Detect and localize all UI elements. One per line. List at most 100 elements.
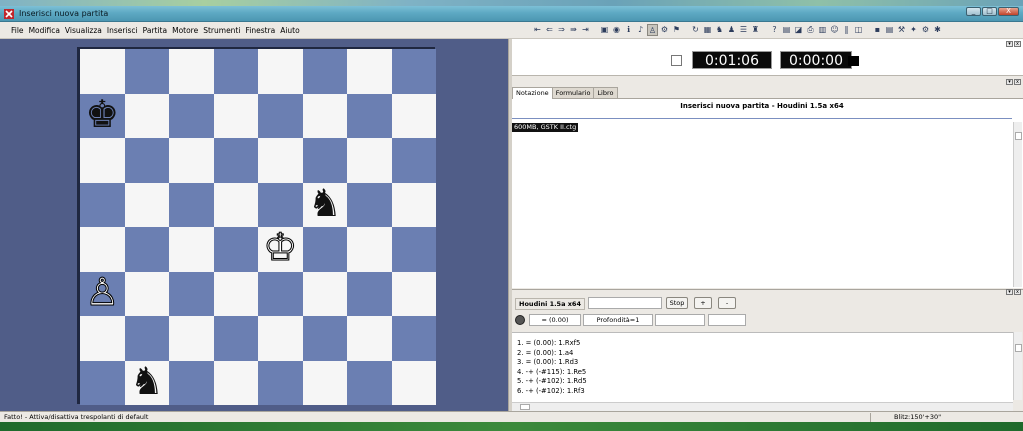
square-g2[interactable] xyxy=(347,316,392,361)
menu-partita[interactable]: Partita xyxy=(143,26,167,35)
tab-notazione[interactable]: Notazione xyxy=(512,87,553,99)
square-f7[interactable] xyxy=(302,93,347,138)
square-g4[interactable] xyxy=(347,227,392,272)
black-knight-f5-icon[interactable]: ♞ xyxy=(308,184,342,222)
stop-button[interactable]: Stop xyxy=(666,297,688,309)
square-c1[interactable] xyxy=(169,360,214,405)
square-f1[interactable] xyxy=(302,360,347,405)
square-e6[interactable] xyxy=(258,138,303,183)
move-first-icon[interactable]: ⇤ xyxy=(532,24,543,36)
chessboard[interactable]: ♚ ♞ ♔ ♙ ♞ xyxy=(80,49,436,405)
square-a6[interactable] xyxy=(80,138,125,183)
person-alt-icon[interactable]: ♟ xyxy=(726,24,737,36)
pieces-icon[interactable]: ♞ xyxy=(714,24,725,36)
square-f2[interactable] xyxy=(302,316,347,361)
square-d3[interactable] xyxy=(213,271,258,316)
square-e7[interactable] xyxy=(258,93,303,138)
info-icon[interactable]: ℹ xyxy=(623,24,634,36)
tab-formulario[interactable]: Formulario xyxy=(551,87,595,98)
square-c8[interactable] xyxy=(169,49,214,94)
square-b7[interactable] xyxy=(124,93,169,138)
square-c6[interactable] xyxy=(169,138,214,183)
square-g6[interactable] xyxy=(347,138,392,183)
menu-visualizza[interactable]: Visualizza xyxy=(65,26,102,35)
notation-scrollbar[interactable] xyxy=(1013,122,1022,287)
square-b5[interactable] xyxy=(124,182,169,227)
square-f3[interactable] xyxy=(302,271,347,316)
square-g5[interactable] xyxy=(347,182,392,227)
move-forward-icon[interactable]: ⇒ xyxy=(556,24,567,36)
square-h2[interactable] xyxy=(391,316,436,361)
square-f8[interactable] xyxy=(302,49,347,94)
grid-icon[interactable]: ▥ xyxy=(817,24,828,36)
minimize-button[interactable]: _ xyxy=(966,7,981,16)
panel-close-icon[interactable]: x xyxy=(1014,289,1021,295)
square-b6[interactable] xyxy=(124,138,169,183)
settings-icon[interactable]: ⚙ xyxy=(920,24,931,36)
question-icon[interactable]: ? xyxy=(769,24,780,36)
black-king-icon[interactable]: ♚ xyxy=(85,95,119,133)
star-icon[interactable]: ✱ xyxy=(932,24,943,36)
square-d5[interactable] xyxy=(213,182,258,227)
menu-strumenti[interactable]: Strumenti xyxy=(203,26,240,35)
flag-icon[interactable]: ⚑ xyxy=(671,24,682,36)
square-a5[interactable] xyxy=(80,182,125,227)
bars-icon[interactable]: ‖ xyxy=(841,24,852,36)
square-b2[interactable] xyxy=(124,316,169,361)
square-c4[interactable] xyxy=(169,227,214,272)
person-icon[interactable]: ♙ xyxy=(647,24,658,36)
engine-line[interactable]: 1. = (0.00): 1.Rxf5 xyxy=(517,339,1008,349)
white-king-icon[interactable]: ♔ xyxy=(263,228,298,267)
square-b3[interactable] xyxy=(124,271,169,316)
square-f4[interactable] xyxy=(302,227,347,272)
remove-line-button[interactable]: - xyxy=(718,297,736,309)
notation-pane[interactable]: Inserisci nuova partita - Houdini 1.5a x… xyxy=(512,98,1023,288)
square-h1[interactable] xyxy=(391,360,436,405)
engine-lines-scrollbar[interactable] xyxy=(1013,332,1022,400)
list-icon[interactable]: ☰ xyxy=(738,24,749,36)
window-icon[interactable]: ◫ xyxy=(853,24,864,36)
square-f5[interactable]: ♞ xyxy=(302,182,347,227)
globe-icon[interactable]: ◉ xyxy=(611,24,622,36)
board-icon[interactable]: ▦ xyxy=(702,24,713,36)
engine-line[interactable]: 4. -+ (-#115): 1.Re5 xyxy=(517,368,1008,378)
panel-close-icon[interactable]: x xyxy=(1014,79,1021,85)
title-bar[interactable]: Inserisci nuova partita _ □ X xyxy=(0,6,1023,22)
tools-icon[interactable]: ⚒ xyxy=(896,24,907,36)
square-e1[interactable] xyxy=(258,360,303,405)
scroll-thumb[interactable] xyxy=(520,404,530,410)
engine-horizontal-scrollbar[interactable] xyxy=(512,402,1013,411)
scroll-thumb[interactable] xyxy=(1015,132,1022,140)
square-a3[interactable]: ♙ xyxy=(80,271,125,316)
maximize-button[interactable]: □ xyxy=(982,7,997,16)
menu-motore[interactable]: Motore xyxy=(172,26,198,35)
move-fast-icon[interactable]: ⇛ xyxy=(568,24,579,36)
panel-close-icon[interactable]: x xyxy=(1014,41,1021,47)
square-d4[interactable] xyxy=(213,227,258,272)
square-c7[interactable] xyxy=(169,93,214,138)
square-h5[interactable] xyxy=(391,182,436,227)
menu-inserisci[interactable]: Inserisci xyxy=(107,26,138,35)
square-d7[interactable] xyxy=(213,93,258,138)
square-e2[interactable] xyxy=(258,316,303,361)
engine-line[interactable]: 5. -+ (-#102): 1.Rd5 xyxy=(517,377,1008,387)
square-e5[interactable] xyxy=(258,182,303,227)
add-line-button[interactable]: + xyxy=(694,297,712,309)
menu-finestra[interactable]: Finestra xyxy=(245,26,275,35)
square-e8[interactable] xyxy=(258,49,303,94)
trophy-icon[interactable]: ♜ xyxy=(750,24,761,36)
square-h7[interactable] xyxy=(391,93,436,138)
square-b8[interactable] xyxy=(124,49,169,94)
save-icon[interactable]: ▪ xyxy=(872,24,883,36)
move-last-icon[interactable]: ⇥ xyxy=(580,24,591,36)
square-a8[interactable] xyxy=(80,49,125,94)
square-a4[interactable] xyxy=(80,227,125,272)
chart-icon[interactable]: ◪ xyxy=(793,24,804,36)
square-b1[interactable]: ♞ xyxy=(124,360,169,405)
folder-icon[interactable]: ▣ xyxy=(599,24,610,36)
square-a2[interactable] xyxy=(80,316,125,361)
square-e3[interactable] xyxy=(258,271,303,316)
menu-modifica[interactable]: Modifica xyxy=(29,26,60,35)
scroll-thumb[interactable] xyxy=(1015,344,1022,352)
database-icon[interactable]: ▤ xyxy=(884,24,895,36)
